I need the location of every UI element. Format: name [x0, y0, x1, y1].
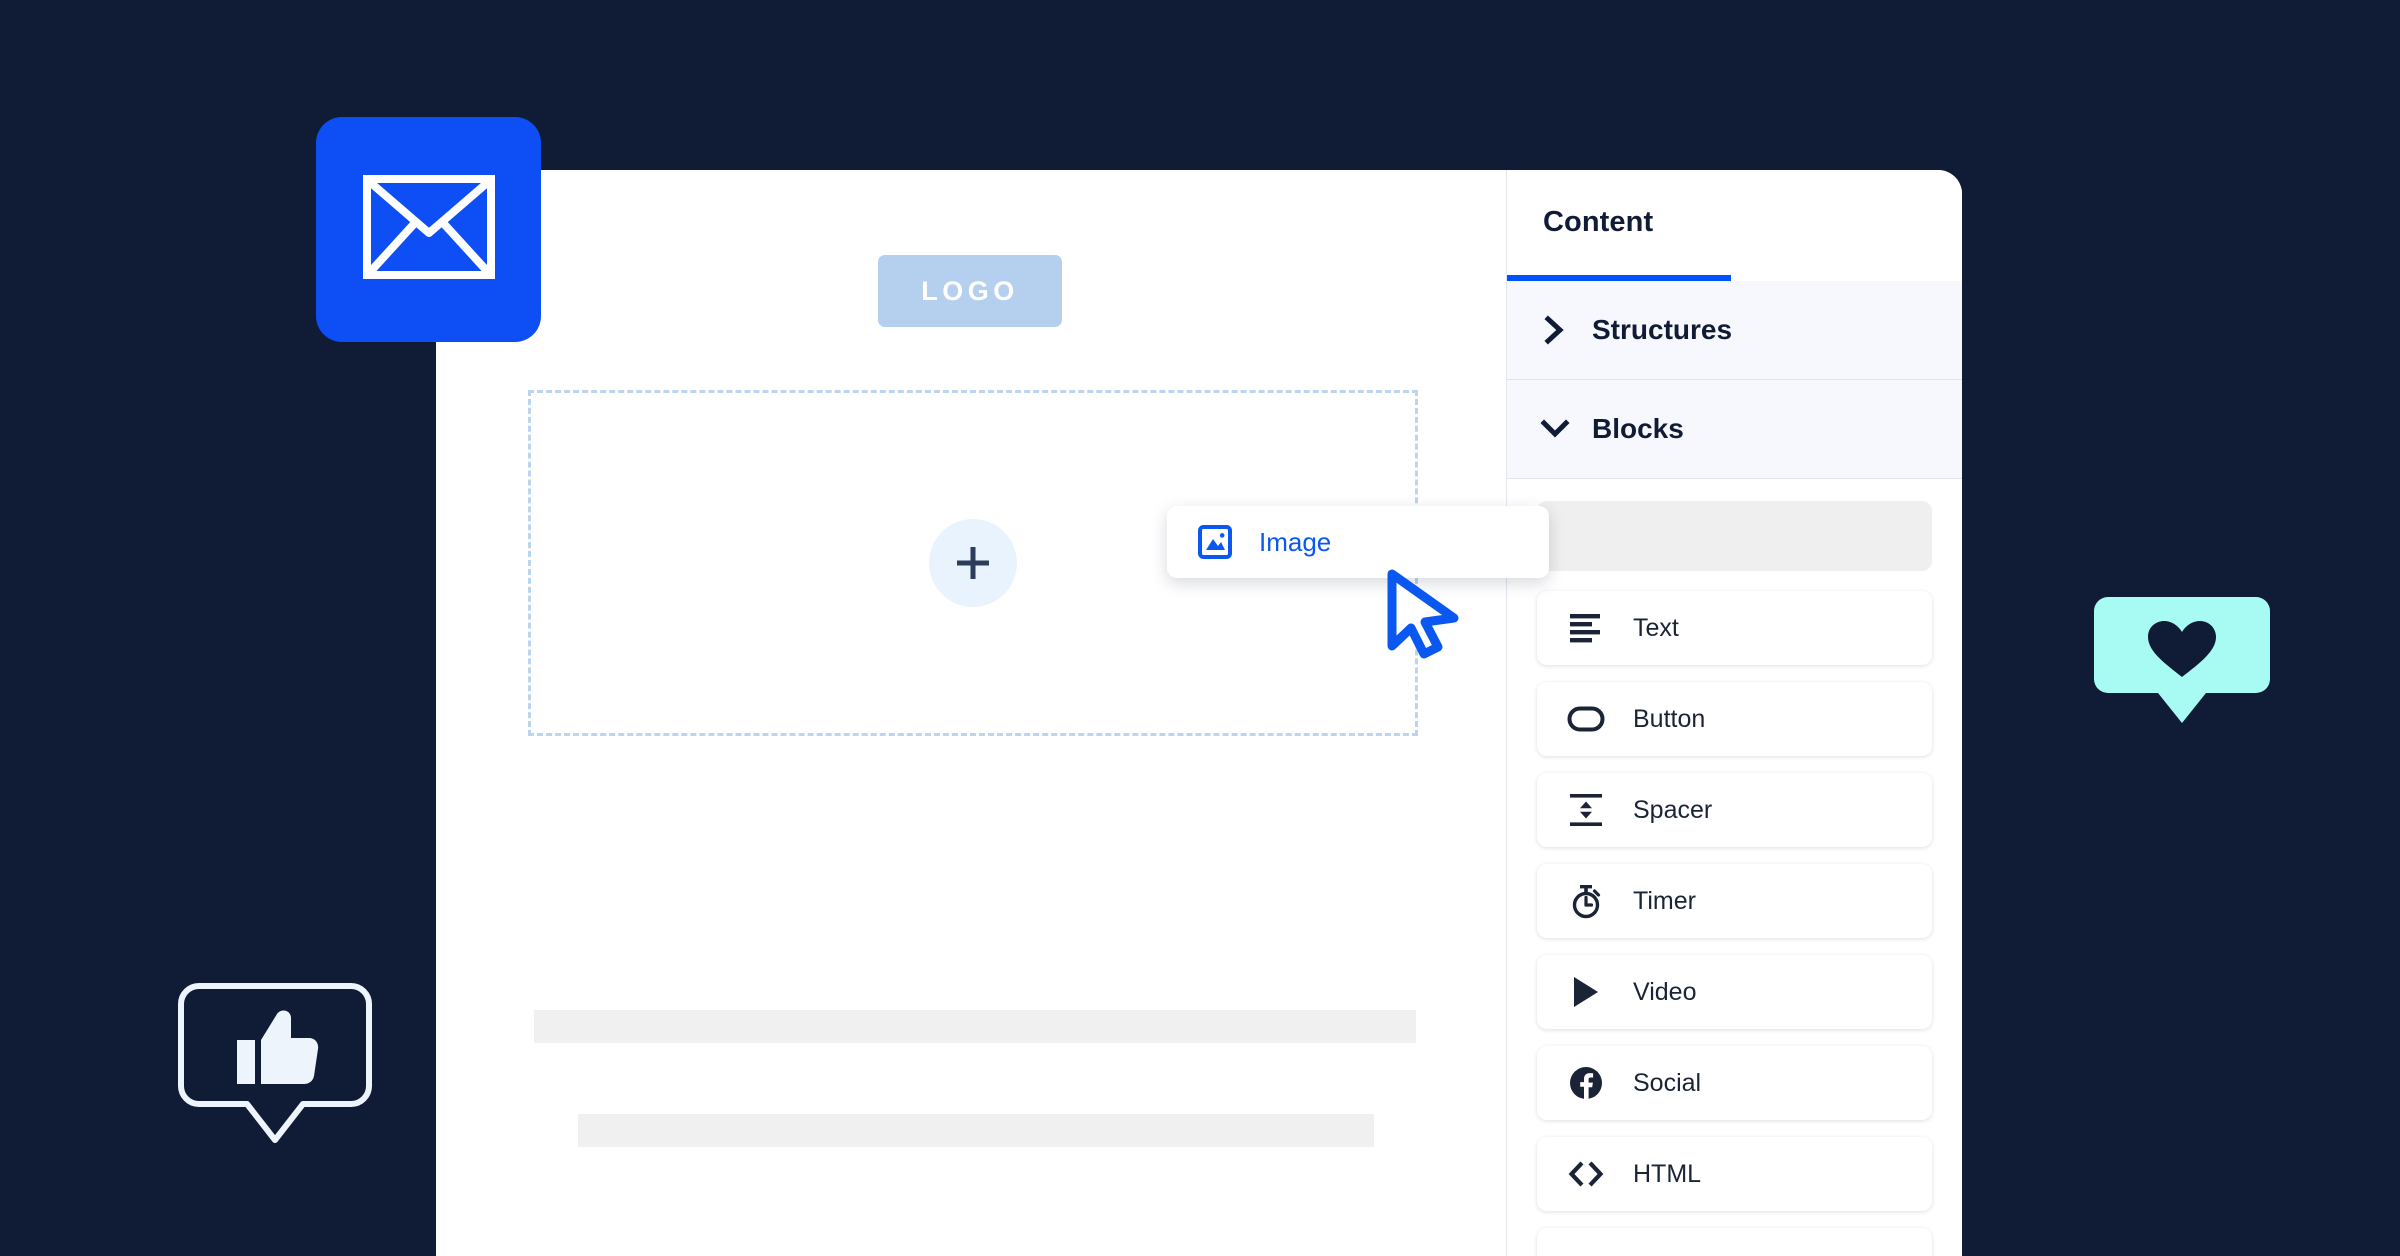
stopwatch-icon [1567, 882, 1605, 920]
play-triangle-icon [1567, 973, 1605, 1011]
block-item-timer-label: Timer [1633, 886, 1696, 915]
blocks-list: Text Button Spacer Timer Video Social HT… [1507, 501, 1962, 1256]
chevron-down-icon [1538, 412, 1572, 446]
block-item-social[interactable]: Social [1537, 1046, 1932, 1120]
block-item-partial[interactable] [1537, 1228, 1932, 1256]
text-lines-icon [1567, 609, 1605, 647]
image-icon [1197, 524, 1233, 560]
thumbs-up-bubble [175, 980, 375, 1165]
block-item-video-label: Video [1633, 977, 1697, 1006]
spacer-arrows-icon [1567, 791, 1605, 829]
block-item-timer[interactable]: Timer [1537, 864, 1932, 938]
text-placeholder-bar-1[interactable] [534, 1010, 1416, 1043]
block-item-video[interactable]: Video [1537, 955, 1932, 1029]
block-drag-source-empty-slot[interactable] [1537, 501, 1932, 571]
accordion-blocks-label: Blocks [1592, 413, 1684, 444]
accordion-structures-label: Structures [1592, 314, 1733, 345]
accordion-structures[interactable]: Structures [1507, 281, 1962, 380]
text-placeholder-bar-2[interactable] [578, 1114, 1374, 1147]
thumbs-up-icon [237, 1010, 319, 1084]
rounded-rect-icon [1567, 700, 1605, 738]
email-canvas[interactable]: LOGO [436, 170, 1506, 1256]
block-item-button-label: Button [1633, 704, 1706, 733]
chevron-right-icon [1538, 313, 1572, 347]
block-item-spacer-label: Spacer [1633, 795, 1713, 824]
dragged-image-block-chip[interactable]: Image [1167, 506, 1549, 578]
logo-placeholder[interactable]: LOGO [878, 255, 1062, 327]
facebook-icon [1567, 1064, 1605, 1102]
dragged-chip-label: Image [1259, 526, 1332, 557]
sidebar-tabbar: Content [1507, 170, 1962, 281]
block-item-social-label: Social [1633, 1068, 1702, 1097]
block-item-button[interactable]: Button [1537, 682, 1932, 756]
screenshot-stage: LOGO Content Structures Blocks Text Butt… [0, 0, 2400, 1256]
content-sidebar: Content Structures Blocks Text Button Sp… [1506, 170, 1962, 1256]
code-brackets-icon [1567, 1155, 1605, 1193]
block-item-html-label: HTML [1633, 1159, 1702, 1188]
email-builder-window: LOGO Content Structures Blocks Text Butt… [436, 170, 1962, 1256]
block-item-spacer[interactable]: Spacer [1537, 773, 1932, 847]
tab-content[interactable]: Content [1543, 206, 1653, 239]
block-item-html[interactable]: HTML [1537, 1137, 1932, 1211]
add-block-button[interactable] [929, 519, 1017, 607]
block-item-text-label: Text [1633, 613, 1679, 642]
accordion-blocks[interactable]: Blocks [1507, 380, 1962, 479]
heart-bubble [2094, 597, 2270, 734]
envelope-badge [316, 117, 541, 342]
block-item-text[interactable]: Text [1537, 591, 1932, 665]
envelope-icon [362, 175, 495, 284]
plus-icon [951, 541, 995, 585]
